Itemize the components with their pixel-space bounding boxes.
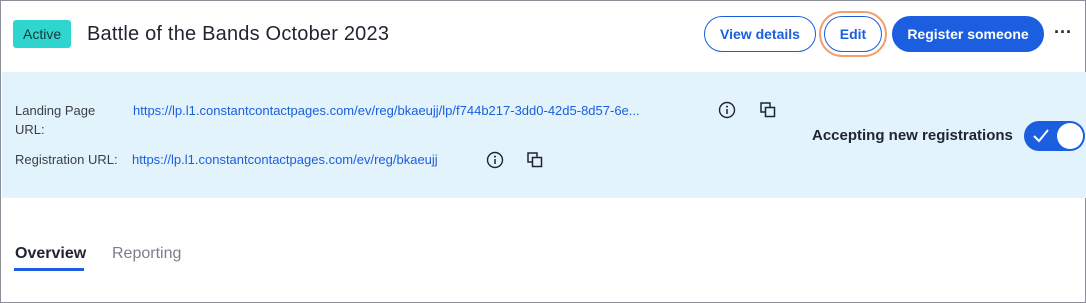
info-icon[interactable] (718, 101, 736, 119)
view-details-button[interactable]: View details (704, 16, 816, 52)
info-icon[interactable] (486, 151, 504, 169)
check-icon (1033, 129, 1049, 143)
more-icon[interactable]: ··· (1052, 23, 1074, 45)
page-title: Battle of the Bands October 2023 (87, 23, 390, 45)
copy-icon[interactable] (759, 101, 777, 119)
accepting-registrations-label: Accepting new registrations (812, 127, 1013, 144)
event-header: Active Battle of the Bands October 2023 … (1, 1, 1085, 71)
url-info-panel: Landing Page URL: https://lp.l1.constant… (2, 72, 1086, 198)
copy-icon[interactable] (526, 151, 544, 169)
accepting-registrations-toggle[interactable] (1024, 121, 1085, 151)
registration-url-label: Registration URL: (15, 152, 118, 167)
register-someone-button[interactable]: Register someone (892, 16, 1044, 52)
edit-button[interactable]: Edit (824, 16, 882, 52)
landing-page-url-label: Landing Page URL: (15, 103, 96, 137)
tab-reporting[interactable]: Reporting (112, 244, 181, 264)
event-page: Active Battle of the Bands October 2023 … (0, 0, 1086, 303)
toggle-knob (1057, 123, 1083, 149)
active-tab-indicator (14, 268, 84, 271)
landing-page-url-link[interactable]: https://lp.l1.constantcontactpages.com/e… (133, 101, 640, 120)
tab-overview[interactable]: Overview (15, 244, 86, 264)
registration-url-link[interactable]: https://lp.l1.constantcontactpages.com/e… (132, 150, 438, 169)
status-badge: Active (13, 20, 72, 48)
